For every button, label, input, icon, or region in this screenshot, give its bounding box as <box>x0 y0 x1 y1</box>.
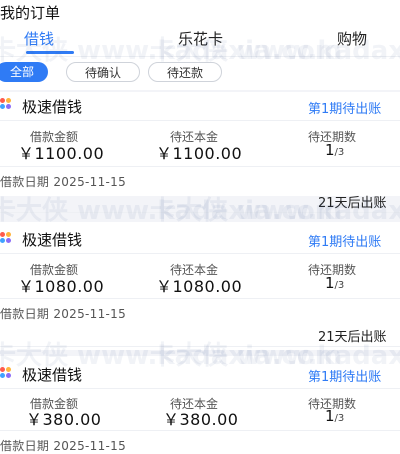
divider <box>0 346 400 347</box>
periods-due-value: 1/3 <box>325 406 344 425</box>
divider <box>0 430 400 431</box>
periods-due-value: 1/3 <box>325 140 344 159</box>
tab-loan[interactable]: 借钱 <box>24 28 54 49</box>
loan-date: 借款日期 2025-11-15 <box>0 175 127 189</box>
loan-amount-value: ￥1100.00 <box>18 144 105 163</box>
divider <box>0 298 400 299</box>
page-title: 我的订单 <box>0 4 61 22</box>
app-logo-icon <box>0 98 12 110</box>
order-status[interactable]: 第1期待出账 <box>308 366 381 385</box>
tab-shopping[interactable]: 购物 <box>337 28 367 49</box>
app-logo-icon <box>0 367 12 379</box>
divider <box>0 212 400 213</box>
tab-lehua-card[interactable]: 乐花卡 <box>178 28 223 49</box>
product-name: 极速借钱 <box>22 231 83 249</box>
app-logo-icon <box>0 232 12 244</box>
divider <box>0 166 400 167</box>
period-current: 1 <box>325 407 335 425</box>
periods-due-value: 1/3 <box>325 273 344 292</box>
divider <box>0 120 400 121</box>
product-name: 极速借钱 <box>22 366 83 384</box>
loan-amount-value: ￥1080.00 <box>18 277 105 296</box>
filter-all-chip[interactable]: 全部 <box>0 62 48 82</box>
filter-pending-repay-chip[interactable]: 待还款 <box>148 62 222 82</box>
divider <box>0 388 400 389</box>
period-current: 1 <box>325 141 335 159</box>
bill-note: 21天后出账 <box>318 196 387 211</box>
active-tab-indicator <box>26 51 74 54</box>
product-name: 极速借钱 <box>22 98 83 116</box>
bill-note: 21天后出账 <box>318 330 387 345</box>
period-total: /3 <box>334 413 345 424</box>
principal-due-value: ￥1100.00 <box>156 144 243 163</box>
loan-amount-value: ￥380.00 <box>26 410 102 429</box>
divider <box>0 253 400 254</box>
period-current: 1 <box>325 274 335 292</box>
loan-date: 借款日期 2025-11-15 <box>0 307 127 321</box>
order-status[interactable]: 第1期待出账 <box>308 231 381 250</box>
order-status[interactable]: 第1期待出账 <box>308 98 381 117</box>
loan-date: 借款日期 2025-11-15 <box>0 439 127 453</box>
filter-pending-confirm-chip[interactable]: 待确认 <box>66 62 140 82</box>
period-total: /3 <box>334 147 345 158</box>
period-total: /3 <box>334 280 345 291</box>
principal-due-value: ￥380.00 <box>163 410 239 429</box>
principal-due-value: ￥1080.00 <box>156 277 243 296</box>
